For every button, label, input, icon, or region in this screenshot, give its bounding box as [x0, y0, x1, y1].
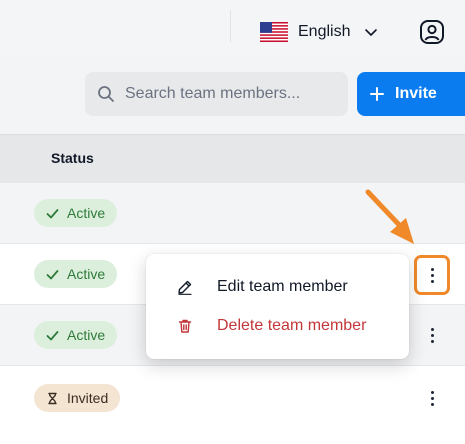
status-badge: Active	[34, 199, 118, 227]
pencil-icon	[178, 280, 192, 295]
row-actions-button[interactable]	[423, 386, 441, 410]
table-header: Status	[0, 134, 465, 182]
trash-icon	[178, 319, 192, 333]
user-circle-icon[interactable]	[418, 18, 446, 46]
edit-team-member-item[interactable]: Edit team member	[146, 267, 409, 307]
delete-team-member-item[interactable]: Delete team member	[146, 306, 409, 346]
check-icon	[46, 330, 59, 340]
check-icon	[46, 208, 59, 218]
delete-team-member-label: Delete team member	[217, 317, 367, 334]
pointer-arrow-icon	[365, 189, 414, 244]
more-vertical-icon	[430, 390, 434, 394]
search-input[interactable]	[125, 85, 325, 103]
status-label: Active	[67, 266, 106, 282]
column-header-status[interactable]: Status	[51, 150, 94, 166]
status-label: Active	[67, 205, 106, 221]
plus-icon	[370, 87, 384, 101]
language-label: English	[298, 23, 351, 40]
check-icon	[46, 269, 59, 279]
status-badge: Invited	[34, 384, 121, 412]
row-actions-button-highlighted[interactable]	[414, 255, 450, 295]
search-box	[85, 72, 348, 116]
us-flag-icon	[260, 22, 288, 42]
status-badge: Active	[34, 321, 118, 349]
invite-label: Invite	[395, 85, 437, 102]
status-label: Active	[67, 327, 106, 343]
language-selector[interactable]: English	[260, 20, 378, 44]
more-vertical-icon	[430, 327, 434, 331]
invite-button[interactable]: Invite	[357, 72, 465, 116]
chevron-down-icon	[365, 29, 378, 36]
row-context-menu: Edit team member Delete team member	[146, 254, 409, 359]
status-badge: Active	[34, 260, 118, 288]
table-row: Invited	[0, 365, 465, 444]
row-actions-button[interactable]	[423, 323, 441, 347]
hourglass-icon	[48, 392, 57, 404]
top-bar: English	[0, 0, 465, 62]
edit-team-member-label: Edit team member	[217, 278, 348, 295]
more-vertical-icon	[430, 267, 434, 271]
header-divider	[230, 10, 231, 42]
search-icon	[98, 86, 114, 102]
status-label: Invited	[67, 390, 109, 406]
